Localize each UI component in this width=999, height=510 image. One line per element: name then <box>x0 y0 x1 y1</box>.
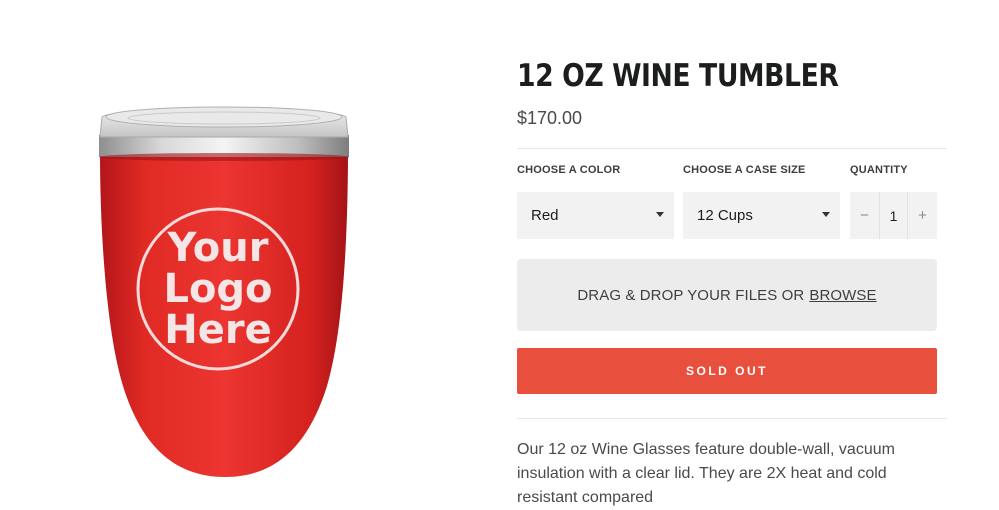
sold-out-button[interactable]: SOLD OUT <box>517 348 937 394</box>
product-price: $170.00 <box>517 108 583 128</box>
tumbler-image: Your Logo Here <box>99 106 349 477</box>
case-size-select-value: 12 Cups <box>697 207 753 224</box>
logo-text-line1: Your <box>167 225 269 271</box>
quantity-stepper: − 1 + <box>850 192 937 239</box>
dropzone-text: DRAG & DROP YOUR FILES OR <box>577 286 805 304</box>
quantity-label: QUANTITY <box>850 164 908 176</box>
chevron-down-icon <box>656 212 664 217</box>
product-description: Our 12 oz Wine Glasses feature double-wa… <box>517 441 895 506</box>
product-image: Your Logo Here <box>80 95 370 477</box>
quantity-decrease-button[interactable]: − <box>850 192 879 239</box>
chevron-down-icon <box>822 212 830 217</box>
file-dropzone[interactable]: DRAG & DROP YOUR FILES OR BROWSE <box>517 259 937 331</box>
browse-link[interactable]: BROWSE <box>809 287 876 304</box>
logo-text-line2: Logo <box>163 266 272 312</box>
color-select-value: Red <box>531 207 559 224</box>
case-size-label: CHOOSE A CASE SIZE <box>683 164 806 176</box>
logo-text-line3: Here <box>164 307 271 353</box>
color-label: CHOOSE A COLOR <box>517 164 621 176</box>
divider <box>517 418 947 419</box>
quantity-increase-button[interactable]: + <box>908 192 937 239</box>
color-select[interactable]: Red <box>517 192 674 239</box>
product-title: 12 OZ WINE TUMBLER <box>517 58 839 94</box>
divider <box>517 148 947 149</box>
quantity-input[interactable]: 1 <box>879 192 908 239</box>
logo-placeholder: Your Logo Here <box>163 225 272 353</box>
case-size-select[interactable]: 12 Cups <box>683 192 840 239</box>
